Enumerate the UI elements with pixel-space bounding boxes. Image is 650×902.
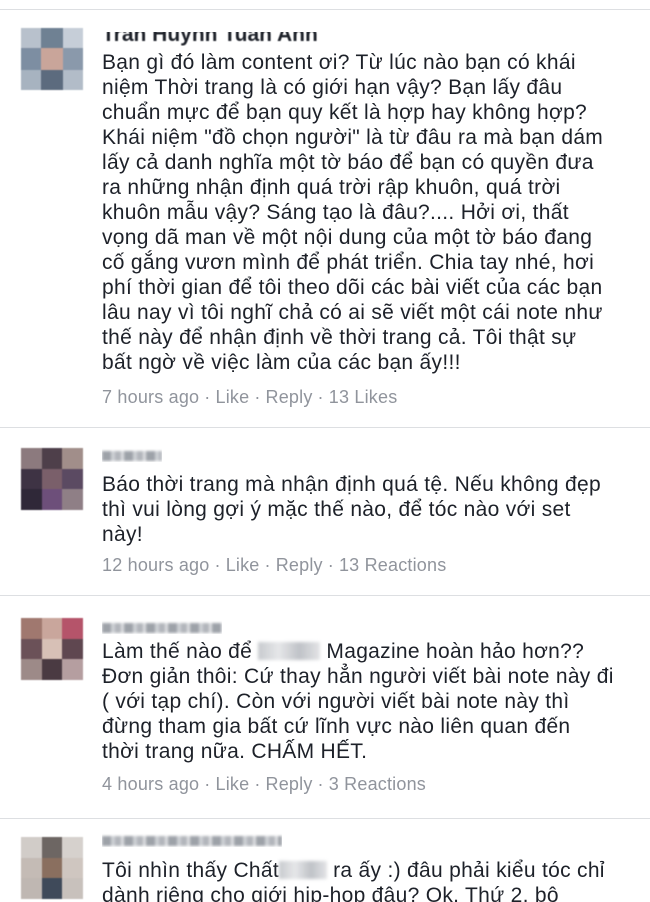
- timestamp[interactable]: 4 hours ago: [102, 774, 199, 794]
- separator-dot: ·: [204, 387, 211, 407]
- like-link[interactable]: Like: [215, 387, 249, 407]
- separator-dot: ·: [204, 774, 211, 794]
- comment-3: Làm thế nào để Magazine hoàn hảo hơn?? Đ…: [0, 596, 650, 817]
- reply-link[interactable]: Reply: [266, 387, 313, 407]
- author-name[interactable]: [102, 448, 162, 462]
- reply-link[interactable]: Reply: [266, 774, 313, 794]
- reply-link[interactable]: Reply: [276, 555, 323, 575]
- redacted-name: [102, 836, 282, 846]
- comment-text: Báo thời trang mà nhận định quá tệ. Nếu …: [102, 473, 601, 546]
- comment-1: Trần Huỳnh Tuấn Anh Bạn gì đó làm conten…: [0, 10, 650, 426]
- comment-2: Báo thời trang mà nhận định quá tệ. Nếu …: [0, 428, 650, 594]
- comment-meta: 12 hours ago · Like · Reply · 13 Reactions: [102, 555, 446, 576]
- like-link[interactable]: Like: [226, 555, 260, 575]
- separator-dot: ·: [317, 387, 324, 407]
- comment-text: Tôi nhìn thấy Chất ra ấy :) đâu phải kiể…: [102, 859, 605, 902]
- avatar[interactable]: [21, 28, 83, 90]
- timestamp[interactable]: 7 hours ago: [102, 387, 199, 407]
- avatar[interactable]: [21, 837, 83, 899]
- like-link[interactable]: Like: [215, 774, 249, 794]
- redacted-name: [102, 623, 222, 633]
- timestamp[interactable]: 12 hours ago: [102, 555, 209, 575]
- redacted-word: [279, 861, 327, 879]
- separator-dot: ·: [327, 555, 334, 575]
- comment-feed: Trần Huỳnh Tuấn Anh Bạn gì đó làm conten…: [0, 0, 650, 902]
- separator-dot: ·: [214, 555, 221, 575]
- author-name[interactable]: [102, 833, 282, 847]
- comment-meta: 7 hours ago · Like · Reply · 13 Likes: [102, 387, 397, 408]
- separator-dot: ·: [317, 774, 324, 794]
- comment-text: Làm thế nào để Magazine hoàn hảo hơn?? Đ…: [102, 640, 614, 763]
- reactions-count[interactable]: 3 Reactions: [329, 774, 426, 794]
- comment-text: Bạn gì đó làm content ơi? Từ lúc nào bạn…: [102, 51, 604, 374]
- author-name[interactable]: [102, 620, 222, 634]
- avatar[interactable]: [21, 618, 83, 680]
- separator-dot: ·: [254, 387, 261, 407]
- redacted-name: [102, 451, 162, 461]
- comment-meta: 4 hours ago · Like · Reply · 3 Reactions: [102, 774, 426, 795]
- author-name[interactable]: Trần Huỳnh Tuấn Anh: [102, 32, 342, 46]
- comment-4: Tôi nhìn thấy Chất ra ấy :) đâu phải kiể…: [0, 819, 650, 902]
- reactions-count[interactable]: 13 Likes: [329, 387, 398, 407]
- redacted-brand: [258, 642, 321, 660]
- separator-dot: ·: [254, 774, 261, 794]
- separator-dot: ·: [264, 555, 271, 575]
- reactions-count[interactable]: 13 Reactions: [339, 555, 446, 575]
- avatar[interactable]: [21, 448, 83, 510]
